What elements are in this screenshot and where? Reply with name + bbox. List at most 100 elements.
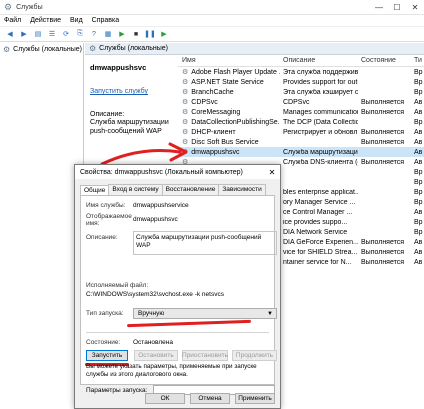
column-description-header[interactable]: Описание [280,57,358,64]
gear-icon: ⚙ [182,89,189,96]
tab-dependencies[interactable]: Зависимости [218,184,266,195]
service-description-cell: Регистрирует и обновл... [283,128,358,136]
pause-button[interactable]: Приостановить [182,350,228,361]
description-textbox[interactable]: Служба маршрутизации push-сообщений WAP [133,231,277,255]
refresh-icon[interactable]: ⟳ [61,29,71,39]
service-name-text: DHCP-клиент [191,128,236,136]
restart-service-icon[interactable]: ▶ [159,29,169,39]
service-type-cell: Вр [414,198,423,206]
service-description-cell: Служба маршрутизаци... [283,148,358,156]
service-name-cell: ⚙ CDPSvc [178,98,280,107]
menu-action[interactable]: Действие [30,17,61,24]
service-description-cell: ice provides suppo... [283,218,348,226]
service-description-cell: ce Control Manager ... [283,208,353,216]
close-button[interactable]: ✕ [406,3,424,12]
service-name-cell: ⚙ ASP.NET State Service [178,78,280,87]
table-row[interactable]: ⚙ ASP.NET State Service Provides support f… [178,77,424,87]
stop-button[interactable]: Остановить [134,350,178,361]
service-type-cell: Вр [414,68,423,76]
start-service-icon[interactable]: ▶ [117,29,127,39]
service-type-cell: Ав [414,158,423,166]
start-button[interactable]: Запустить [86,350,128,361]
display-name-label: Отображаемое имя: [86,213,132,227]
maximize-button[interactable]: ☐ [388,3,406,12]
service-type-cell: Вр [414,118,423,126]
general-tab-body: Имя службы: dmwappushservice Отображаемо… [80,195,277,395]
table-row[interactable]: ⚙ Disc Soft Bus Service Выполняется Ав [178,137,424,147]
back-arrow-icon[interactable]: ◀ [5,29,15,39]
service-type-cell: Ав [414,258,423,266]
column-type-header[interactable]: Ти [414,57,424,64]
table-row[interactable]: ⚙BranchCacheЭта служба кэширует се...Вр [178,87,424,97]
window-title: Службы [16,3,43,11]
detail-service-name: dmwappushsvc [90,63,147,72]
properties-icon[interactable]: ▦ [103,29,113,39]
properties-dialog: Свойства: dmwappushsvc (Локальный компью… [74,164,281,409]
service-name-text: BranchCache [191,88,234,96]
service-type-cell: Ав [414,148,423,156]
minimize-button[interactable]: — [370,3,388,12]
ok-button[interactable]: ОК [145,393,185,404]
gear-icon: ⚙ [89,44,97,53]
hint-text: Вы можете указать параметры, применяемые… [86,363,257,378]
table-row[interactable]: ⚙ Adobe Flash Player Update ... Эта служба… [178,67,424,77]
service-type-cell: Вр [414,228,423,236]
start-service-link[interactable]: Запустить службу [90,88,174,95]
resume-button[interactable]: Продолжить [232,350,277,361]
service-description-cell: Эта служба кэширует се... [283,88,358,96]
divider [86,332,269,333]
description-label: Описание: [86,234,118,241]
table-row[interactable]: ⚙ DHCP-клиент Регистрирует и обновл... Выпо… [178,127,424,137]
column-name-header[interactable]: Имя [178,57,280,64]
table-row[interactable]: ⚙ DataCollectionPublishingSe... The DCP (D… [178,117,424,127]
service-type-cell: Ав [414,238,423,246]
service-type-cell: Вр [414,188,423,196]
list-header: Имя Описание Состояние Ти [178,55,424,67]
service-state-cell: Выполняется [361,128,405,136]
dialog-close-button[interactable]: ✕ [264,168,280,177]
service-description-cell: ory Manager Service ... [283,198,356,206]
detail-description-label: Описание: [90,111,125,118]
stop-service-icon[interactable]: ■ [131,29,141,39]
table-row[interactable]: ⚙ CDPSvc CDPSvc Выполняется Ав [178,97,424,107]
console-tree-icon[interactable]: ▤ [33,29,43,39]
table-row[interactable]: ⚙ dmwappushsvc Служба маршрутизаци... Ав [178,147,424,157]
export-icon[interactable]: ⎘ [75,29,85,39]
service-description-cell: vice for SHIELD Strea... [283,248,358,256]
startup-type-select[interactable]: Вручную ▼ [133,308,277,319]
chevron-down-icon: ▼ [267,310,273,317]
column-state-header[interactable]: Состояние [358,57,414,64]
service-name-text: CDPSvc [191,98,218,106]
menu-file[interactable]: Файл [4,17,21,24]
service-name-cell: ⚙ BranchCache [178,88,280,97]
help-icon[interactable]: ? [89,29,99,39]
service-type-cell: Вр [414,218,423,226]
cancel-button[interactable]: Отмена [190,393,230,404]
tree-item-local-services[interactable]: ⚙ Службы (локальные) [0,43,83,55]
service-name-cell: ⚙ Disc Soft Bus Service [178,138,280,147]
service-state-cell: Выполняется [361,248,405,256]
forward-arrow-icon[interactable]: ▶ [19,29,29,39]
toolbar: ◀ ▶ ▤ ☰ ⟳ ⎘ ? ▦ ▶ ■ ❚❚ ▶ [0,27,424,42]
tab-recovery[interactable]: Восстановление [161,184,220,195]
service-description-cell: bles enterprise applicat... [283,188,358,196]
list-view-icon[interactable]: ☰ [47,29,57,39]
menu-help[interactable]: Справка [92,17,119,24]
service-type-cell: Вр [414,168,423,176]
pane-header: ⚙ Службы (локальные) [85,43,424,55]
service-name-text: DataCollectionPublishingSe... [191,118,280,126]
startup-type-value: Вручную [138,310,165,317]
menu-view[interactable]: Вид [70,17,83,24]
service-type-cell: Ав [414,138,423,146]
service-type-cell: Вр [414,88,423,96]
service-name-text: dmwappushsvc [191,148,240,156]
service-state-cell: Выполняется [361,158,405,166]
tab-logon[interactable]: Вход в систему [108,184,163,195]
gear-icon: ⚙ [182,99,189,106]
table-row[interactable]: ⚙CoreMessagingManages communication...Вы… [178,107,424,117]
service-state-cell: Выполняется [361,138,405,146]
apply-button[interactable]: Применить [235,393,275,404]
pause-service-icon[interactable]: ❚❚ [144,29,156,39]
service-description-cell: Provides support for out-... [283,78,358,86]
service-type-cell: Ав [414,208,423,216]
